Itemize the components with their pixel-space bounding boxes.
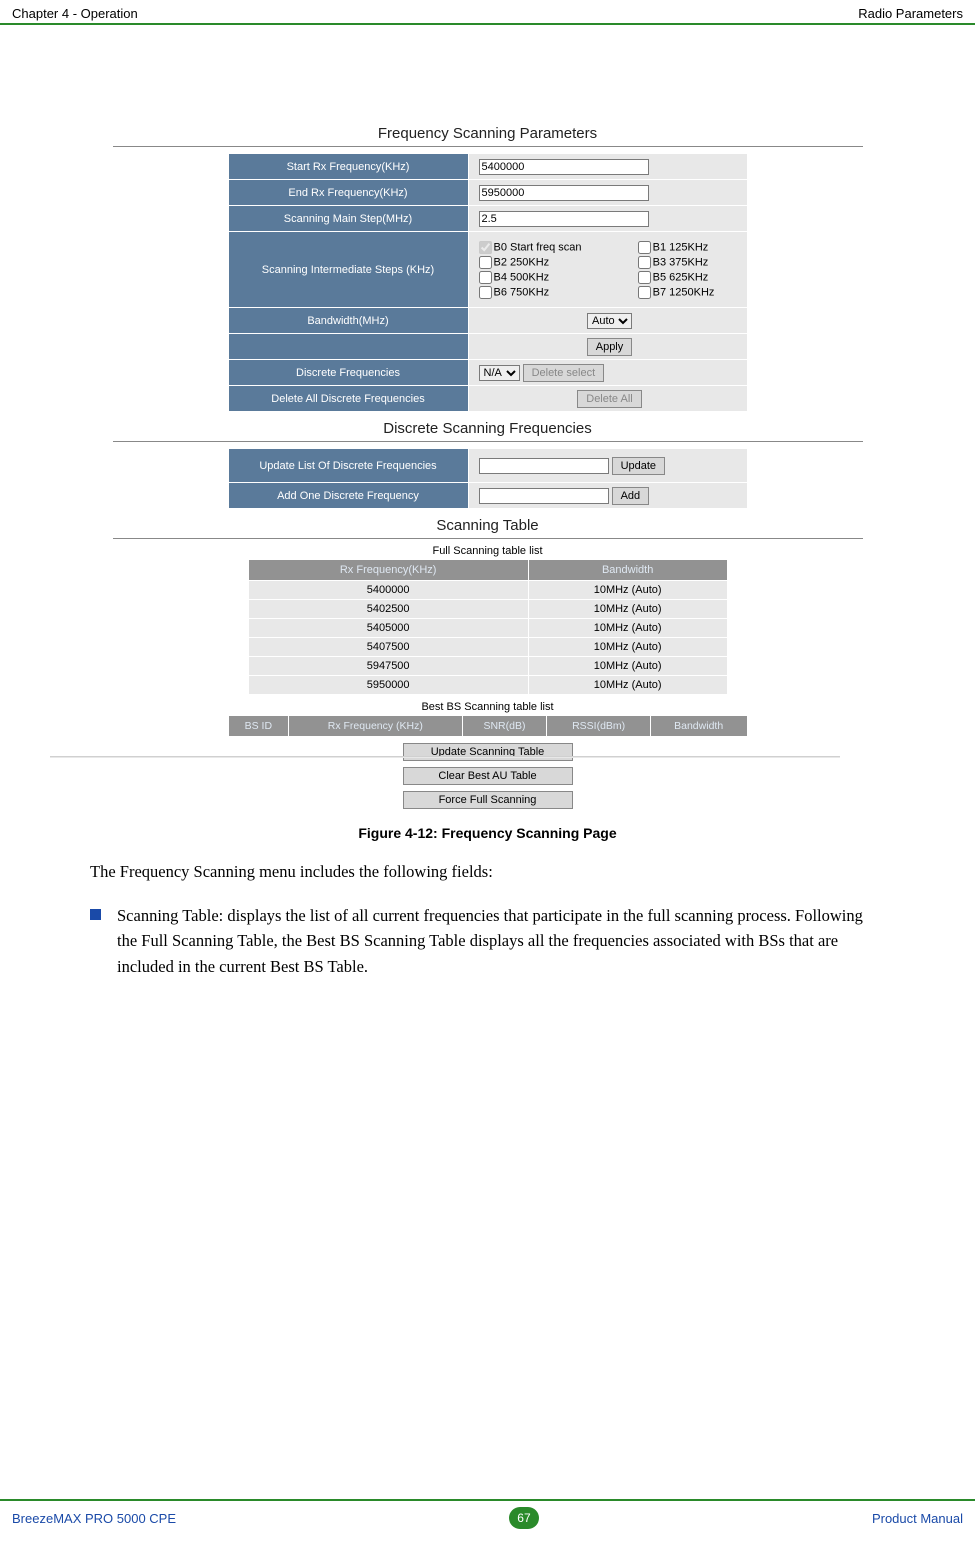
- delete-all-button[interactable]: Delete All: [577, 390, 641, 408]
- page-footer: BreezeMAX PRO 5000 CPE 67 Product Manual: [0, 1499, 975, 1535]
- start-rx-label: Start Rx Frequency(KHz): [228, 154, 468, 180]
- header-right: Radio Parameters: [858, 6, 963, 21]
- add-one-input[interactable]: [479, 488, 609, 504]
- apply-button[interactable]: Apply: [587, 338, 633, 356]
- end-rx-input[interactable]: [479, 185, 649, 201]
- full-list-caption: Full Scanning table list: [113, 545, 863, 557]
- delete-all-label: Delete All Discrete Frequencies: [228, 386, 468, 412]
- col-rx-freq: Rx Frequency(KHz): [248, 560, 528, 581]
- chk-b5[interactable]: [638, 271, 651, 284]
- opt-b5: B5 625KHz: [653, 271, 709, 283]
- apply-label-spacer: [228, 334, 468, 360]
- update-list-button[interactable]: Update: [612, 457, 665, 475]
- page-number: 67: [509, 1507, 539, 1529]
- col-bw2: Bandwidth: [650, 716, 747, 737]
- figure-caption: Figure 4-12: Frequency Scanning Page: [60, 825, 915, 841]
- chk-b0[interactable]: [479, 241, 492, 254]
- page-header: Chapter 4 - Operation Radio Parameters: [0, 0, 975, 25]
- body-text: The Frequency Scanning menu includes the…: [90, 859, 885, 979]
- main-step-label: Scanning Main Step(MHz): [228, 206, 468, 232]
- update-list-label: Update List Of Discrete Frequencies: [228, 449, 468, 483]
- delete-select-button[interactable]: Delete select: [523, 364, 605, 382]
- force-full-scanning-button[interactable]: Force Full Scanning: [403, 791, 573, 809]
- col-bandwidth: Bandwidth: [528, 560, 727, 581]
- table-row: 540750010MHz (Auto): [248, 638, 727, 657]
- add-one-button[interactable]: Add: [612, 487, 650, 505]
- inter-steps-label: Scanning Intermediate Steps (KHz): [228, 232, 468, 308]
- discrete-freq-label: Discrete Frequencies: [228, 360, 468, 386]
- chk-b7[interactable]: [638, 286, 651, 299]
- best-bs-table: BS ID Rx Frequency (KHz) SNR(dB) RSSI(dB…: [228, 715, 748, 737]
- col-rxfreq2: Rx Frequency (KHz): [289, 716, 462, 737]
- bullet-item: Scanning Table: displays the list of all…: [90, 903, 885, 980]
- freq-params-table: Start Rx Frequency(KHz) End Rx Frequency…: [228, 153, 748, 412]
- chk-b1[interactable]: [638, 241, 651, 254]
- opt-b4: B4 500KHz: [494, 271, 550, 283]
- table-row: 540250010MHz (Auto): [248, 600, 727, 619]
- table-row: 594750010MHz (Auto): [248, 657, 727, 676]
- best-list-caption: Best BS Scanning table list: [113, 701, 863, 713]
- col-snr: SNR(dB): [462, 716, 547, 737]
- footer-left: BreezeMAX PRO 5000 CPE: [12, 1511, 176, 1526]
- col-bsid: BS ID: [228, 716, 289, 737]
- clear-best-au-button[interactable]: Clear Best AU Table: [403, 767, 573, 785]
- page-content: Frequency Scanning Parameters Start Rx F…: [0, 25, 975, 979]
- discrete-freq-select[interactable]: N/A: [479, 365, 520, 381]
- opt-b7: B7 1250KHz: [653, 286, 715, 298]
- panel-title-scanning: Scanning Table: [113, 517, 863, 539]
- chk-b2[interactable]: [479, 256, 492, 269]
- panel-title-freq-params: Frequency Scanning Parameters: [113, 125, 863, 147]
- opt-b1: B1 125KHz: [653, 241, 709, 253]
- add-one-label: Add One Discrete Frequency: [228, 483, 468, 509]
- full-scanning-table: Rx Frequency(KHz) Bandwidth 540000010MHz…: [248, 559, 728, 695]
- discrete-table: Update List Of Discrete Frequencies Upda…: [228, 448, 748, 509]
- bandwidth-select[interactable]: Auto: [587, 313, 632, 329]
- opt-b0: B0 Start freq scan: [494, 241, 582, 253]
- footer-right: Product Manual: [872, 1511, 963, 1526]
- chk-b6[interactable]: [479, 286, 492, 299]
- embedded-screenshot: Frequency Scanning Parameters Start Rx F…: [113, 125, 863, 809]
- opt-b2: B2 250KHz: [494, 256, 550, 268]
- chk-b4[interactable]: [479, 271, 492, 284]
- main-step-input[interactable]: [479, 211, 649, 227]
- update-list-input[interactable]: [479, 458, 609, 474]
- bullet-text: Scanning Table: displays the list of all…: [117, 903, 885, 980]
- square-bullet-icon: [90, 909, 101, 920]
- end-rx-label: End Rx Frequency(KHz): [228, 180, 468, 206]
- header-left: Chapter 4 - Operation: [12, 6, 138, 21]
- bandwidth-label: Bandwidth(MHz): [228, 308, 468, 334]
- panel-title-discrete: Discrete Scanning Frequencies: [113, 420, 863, 442]
- intro-paragraph: The Frequency Scanning menu includes the…: [90, 859, 885, 885]
- decorative-rule: [50, 756, 840, 758]
- table-row: 540500010MHz (Auto): [248, 619, 727, 638]
- opt-b3: B3 375KHz: [653, 256, 709, 268]
- inter-steps-grid: B0 Start freq scan B1 125KHz B2 250KHz B…: [479, 241, 741, 299]
- col-rssi: RSSI(dBm): [547, 716, 650, 737]
- update-scanning-table-button[interactable]: Update Scanning Table: [403, 743, 573, 761]
- opt-b6: B6 750KHz: [494, 286, 550, 298]
- table-row: 595000010MHz (Auto): [248, 676, 727, 695]
- chk-b3[interactable]: [638, 256, 651, 269]
- start-rx-input[interactable]: [479, 159, 649, 175]
- action-button-stack: Update Scanning Table Clear Best AU Tabl…: [388, 743, 588, 809]
- table-row: 540000010MHz (Auto): [248, 581, 727, 600]
